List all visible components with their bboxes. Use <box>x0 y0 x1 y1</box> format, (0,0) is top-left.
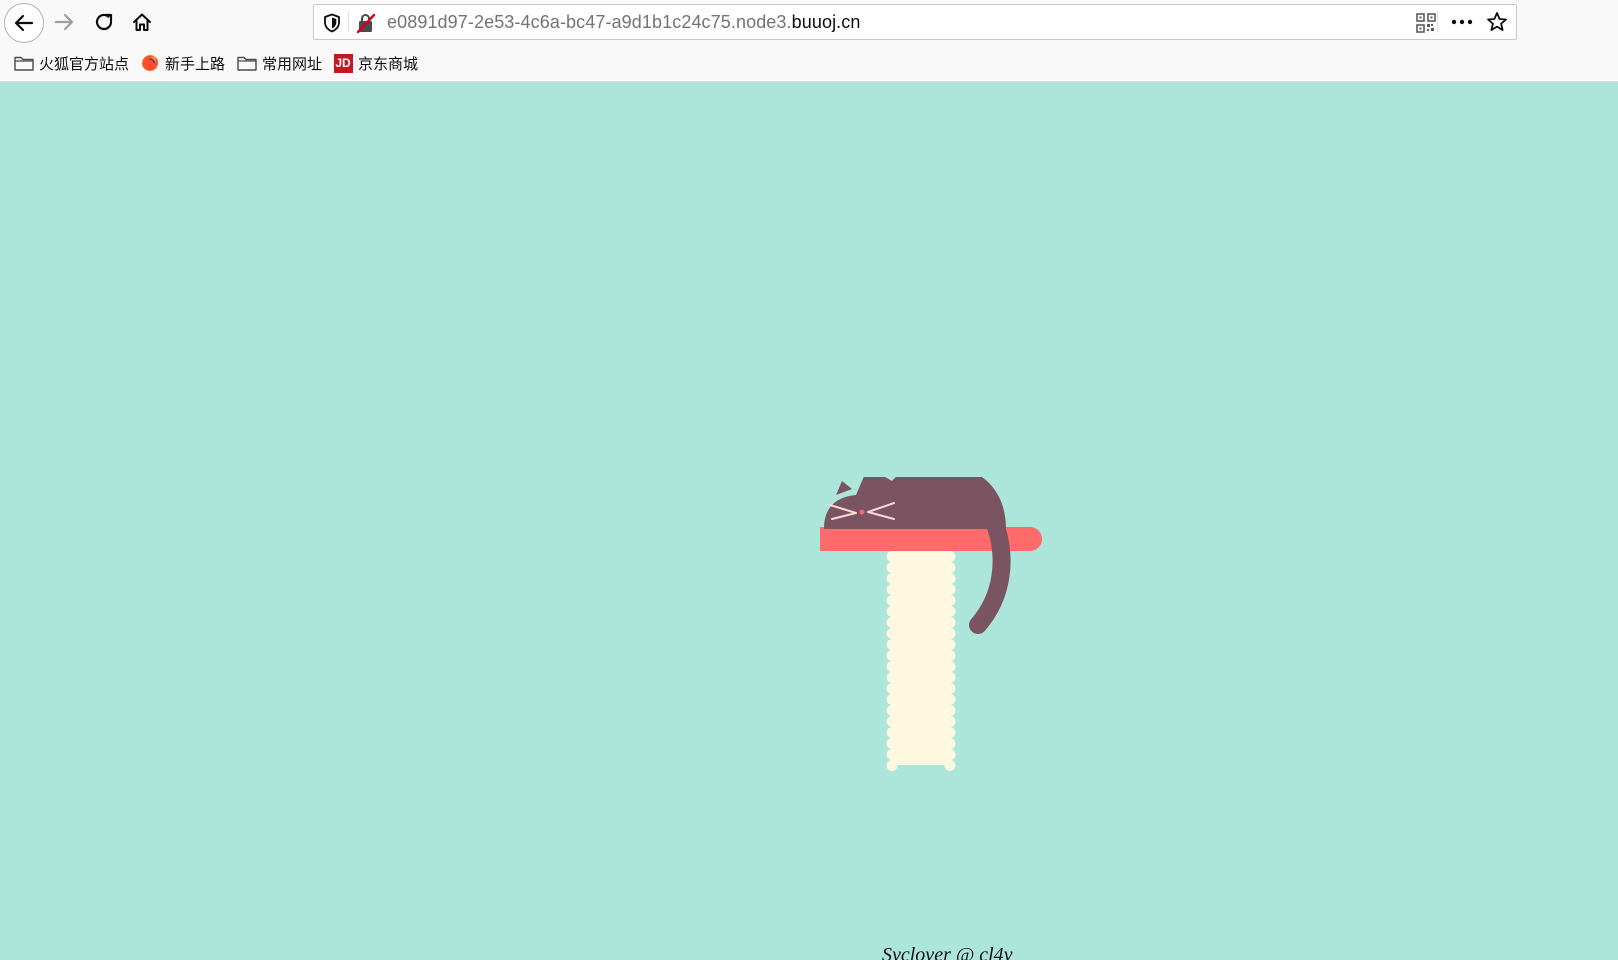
post-scallop <box>944 760 956 771</box>
post-scallop <box>886 628 898 639</box>
urlbar-separator-2 <box>1437 11 1438 33</box>
post-scallop <box>944 694 956 705</box>
post-scallop <box>944 584 956 595</box>
forward-button[interactable] <box>44 2 84 42</box>
post-scallop <box>886 683 898 694</box>
bookmark-item[interactable]: 火狐官方站点 <box>14 52 129 74</box>
post-scallop <box>886 551 898 562</box>
forward-arrow-icon <box>54 13 74 31</box>
scratching-post <box>886 547 956 771</box>
firefox-icon <box>140 54 160 72</box>
post-scallop <box>886 606 898 617</box>
bookmark-item[interactable]: JD 京东商城 <box>333 52 418 74</box>
url-text[interactable]: e0891d97-2e53-4c6a-bc47-a9d1b1c24c75.nod… <box>387 12 861 33</box>
post-scallop <box>944 738 956 749</box>
bookmark-label: 京东商城 <box>358 55 419 73</box>
post-scallop <box>886 639 898 650</box>
post-scallop <box>944 606 956 617</box>
post-scallop <box>886 694 898 705</box>
shield-icon[interactable] <box>323 13 341 38</box>
post-scallop <box>886 584 898 595</box>
home-button[interactable] <box>122 2 162 42</box>
jd-icon: JD <box>333 53 353 73</box>
post-scallop <box>944 639 956 650</box>
qr-code-icon[interactable] <box>1416 13 1436 38</box>
page-credit: Syclover @ cl4y <box>882 944 1013 960</box>
folder-icon <box>237 54 257 72</box>
post-scallop <box>886 562 898 573</box>
post-scallop <box>886 705 898 716</box>
post-scallop <box>886 760 898 771</box>
post-scallop <box>886 672 898 683</box>
post-scallop <box>944 749 956 760</box>
more-dots-icon[interactable] <box>1450 12 1474 32</box>
post-scallop <box>886 617 898 628</box>
post-scallop <box>944 628 956 639</box>
address-bar[interactable]: e0891d97-2e53-4c6a-bc47-a9d1b1c24c75.nod… <box>313 4 1517 40</box>
bookmark-label: 常用网址 <box>262 55 323 73</box>
jd-icon-text: JD <box>333 53 353 73</box>
back-button[interactable] <box>4 3 44 43</box>
bookmark-label: 火狐官方站点 <box>39 55 130 73</box>
url-prefix: e0891d97-2e53-4c6a-bc47-a9d1b1c24c75.nod… <box>387 12 792 32</box>
post-scallop <box>944 617 956 628</box>
post-scallop <box>944 705 956 716</box>
home-icon <box>133 13 151 31</box>
post-scallop <box>944 562 956 573</box>
reload-icon <box>95 13 113 31</box>
browser-toolbar: e0891d97-2e53-4c6a-bc47-a9d1b1c24c75.nod… <box>0 0 1618 44</box>
reload-button[interactable] <box>84 2 124 42</box>
post-scallop <box>886 661 898 672</box>
folder-icon <box>14 54 34 72</box>
cat-on-scratching-post <box>820 477 1042 771</box>
post-scallop <box>944 551 956 562</box>
back-arrow-icon <box>14 14 34 32</box>
url-domain: buuoj.cn <box>791 12 861 32</box>
post-scallop <box>886 716 898 727</box>
post-scallop <box>944 683 956 694</box>
bookmark-label: 新手上路 <box>165 55 226 73</box>
post-scallop <box>944 661 956 672</box>
post-scallop <box>886 727 898 738</box>
post-scallop <box>944 650 956 661</box>
post-scallop <box>886 573 898 584</box>
urlbar-separator <box>348 11 349 33</box>
bookmark-item[interactable]: 新手上路 <box>140 52 225 74</box>
page-content: Syclover @ cl4y <box>0 82 1618 960</box>
post-scallop <box>944 573 956 584</box>
bookmark-item[interactable]: 常用网址 <box>237 52 322 74</box>
post-scallop <box>886 650 898 661</box>
post-scallop <box>886 738 898 749</box>
post-scallop <box>944 595 956 606</box>
post-scallop <box>944 727 956 738</box>
bookmarks-toolbar: 火狐官方站点 新手上路 常用网址 JD 京东商城 <box>0 44 1618 82</box>
star-icon[interactable] <box>1486 11 1508 38</box>
post-scallop <box>886 749 898 760</box>
post-scallop <box>886 595 898 606</box>
post-scallop <box>944 716 956 727</box>
insecure-lock-icon[interactable] <box>356 12 376 39</box>
post-scallop <box>944 672 956 683</box>
